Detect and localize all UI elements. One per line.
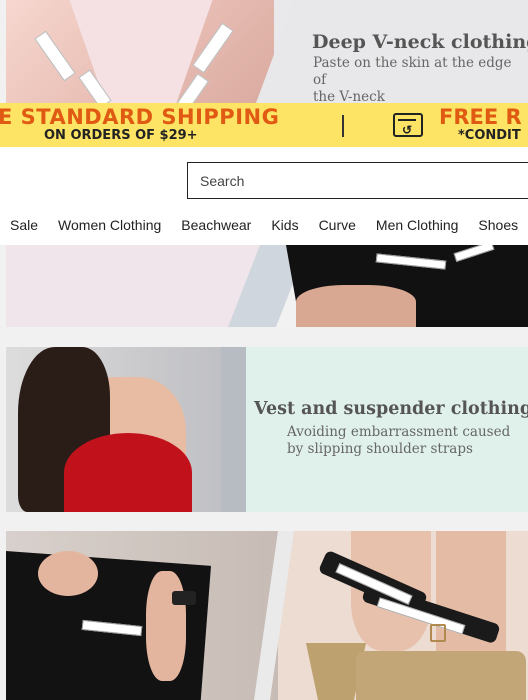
promo-panel-deep-vneck[interactable]: Deep V-neck clothing Paste on the skin a…	[6, 0, 528, 103]
banner-separator	[342, 115, 344, 137]
free-returns-headline: FREE R	[439, 105, 522, 129]
return-box-icon: ↺	[393, 113, 423, 137]
free-returns-subline: *CONDIT	[458, 128, 521, 143]
tape-strip	[34, 30, 76, 82]
shipping-subline: ON ORDERS OF $29+	[44, 128, 198, 143]
vneck-photo	[6, 0, 274, 103]
category-nav: Sale Women Clothing Beachwear Kids Curve…	[10, 217, 528, 233]
promo-panel-off-shoulder[interactable]	[6, 245, 528, 327]
site-header: Sale Women Clothing Beachwear Kids Curve…	[0, 147, 528, 245]
nav-item-sale[interactable]: Sale	[10, 217, 38, 233]
buckle-icon	[430, 624, 446, 642]
watch-icon	[172, 591, 196, 605]
search-input[interactable]	[188, 163, 528, 198]
panel-title: Deep V-neck clothing	[312, 31, 528, 53]
promo-panel-skirt-shoes[interactable]	[6, 531, 528, 700]
nav-item-kids[interactable]: Kids	[271, 217, 298, 233]
nav-item-women-clothing[interactable]: Women Clothing	[58, 217, 161, 233]
panel-subtitle: Paste on the skin at the edge of the V-n…	[313, 55, 512, 103]
nav-item-men-clothing[interactable]: Men Clothing	[376, 217, 459, 233]
shipping-banner[interactable]: E STANDARD SHIPPING ON ORDERS OF $29+ ↺ …	[0, 103, 528, 147]
panel-subtitle: Avoiding embarrassment caused by slippin…	[287, 424, 511, 457]
page: Deep V-neck clothing Paste on the skin a…	[0, 0, 528, 700]
nav-item-beachwear[interactable]: Beachwear	[181, 217, 251, 233]
promo-panel-vest-suspender[interactable]: Vest and suspender clothing Avoiding emb…	[6, 347, 528, 512]
shipping-headline: E STANDARD SHIPPING	[0, 105, 280, 129]
nav-item-curve[interactable]: Curve	[319, 217, 356, 233]
search-box[interactable]	[187, 162, 528, 199]
nav-item-shoes[interactable]: Shoes	[478, 217, 518, 233]
panel-title: Vest and suspender clothing	[254, 399, 528, 419]
vest-photo	[6, 347, 246, 512]
